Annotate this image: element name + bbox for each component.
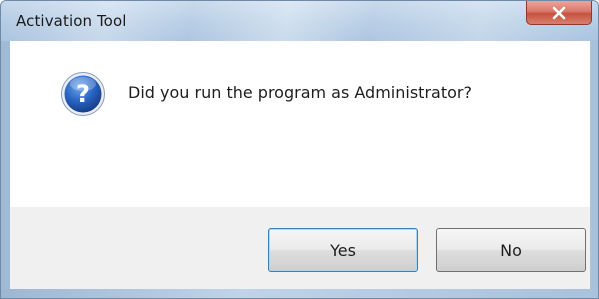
dialog-content — [10, 41, 590, 207]
svg-text:?: ? — [76, 80, 90, 108]
dialog-window: Activation Tool ? Did you run the progra… — [0, 0, 599, 299]
window-frame-bottom — [1, 289, 598, 298]
close-icon — [552, 6, 566, 19]
no-button[interactable]: No — [436, 228, 586, 272]
close-button[interactable] — [526, 1, 592, 25]
question-icon: ? — [61, 72, 105, 116]
window-title: Activation Tool — [16, 12, 127, 30]
title-bar[interactable]: Activation Tool — [1, 1, 598, 41]
yes-button[interactable]: Yes — [268, 228, 418, 272]
dialog-message: Did you run the program as Administrator… — [128, 83, 472, 102]
